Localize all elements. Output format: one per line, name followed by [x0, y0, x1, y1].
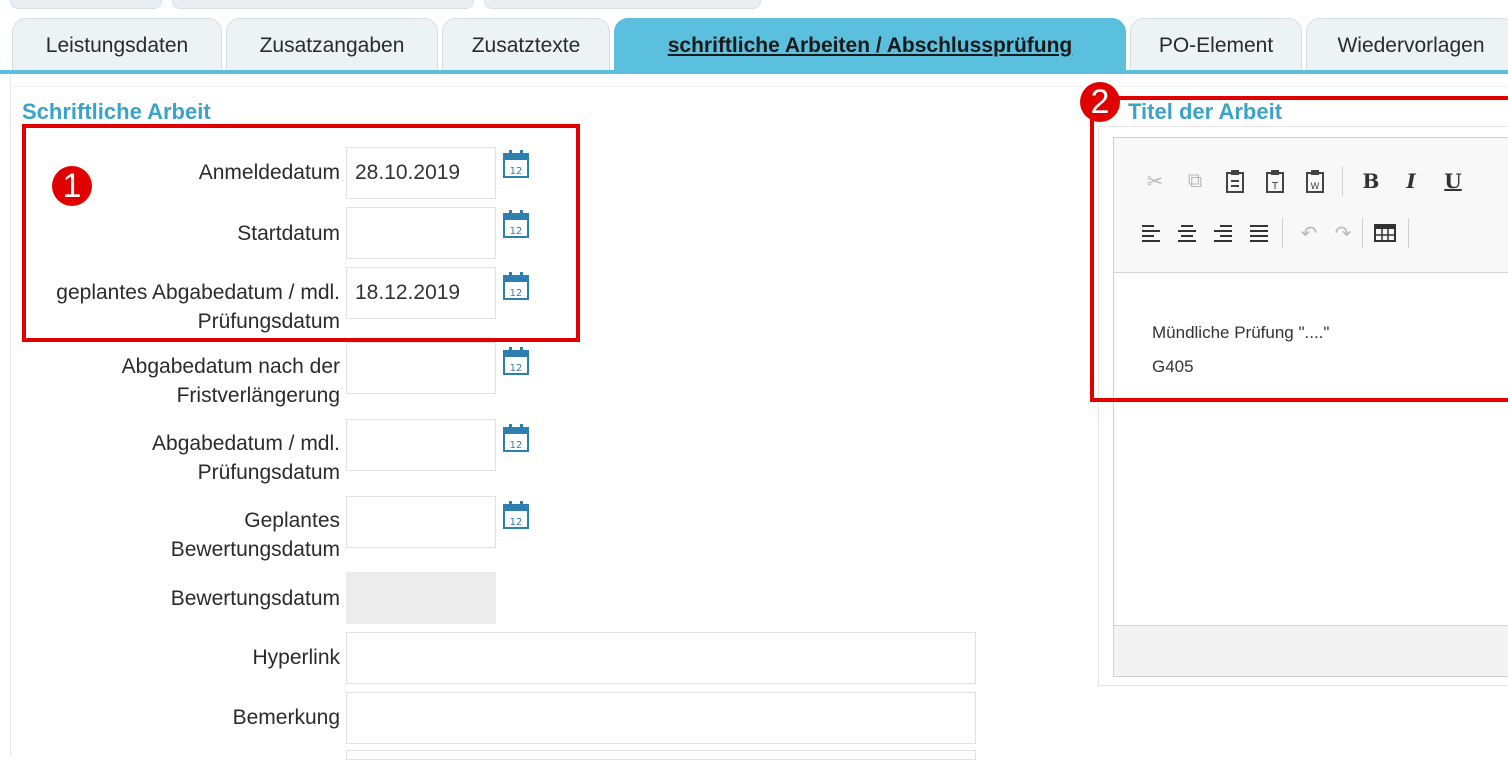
tab-wiedervorlagen[interactable]: Wiedervorlagen [1306, 18, 1508, 70]
calendar-icon[interactable]: 12 [503, 347, 529, 375]
geplantes-bewertungsdatum-input[interactable] [346, 496, 496, 548]
annotation-badge-2: 2 [1080, 82, 1120, 122]
annotation-badge-1: 1 [52, 166, 92, 206]
abgabedatum-fristverlaengerung-input[interactable] [346, 342, 496, 394]
field-label-bemerkung: Bemerkung [232, 706, 340, 729]
tab-schriftliche-arbeiten[interactable]: schriftliche Arbeiten / Abschlussprüfung [614, 18, 1126, 70]
bemerkung-input[interactable] [346, 692, 976, 744]
svg-text:12: 12 [510, 440, 523, 451]
panel-border [10, 86, 1508, 87]
calendar-icon[interactable]: 12 [503, 424, 529, 452]
panel-border [10, 74, 11, 756]
tab-zusatztexte[interactable]: Zusatztexte [442, 18, 610, 70]
tab-underline [0, 70, 1508, 74]
bewertungsdatum-input [346, 572, 496, 624]
annotation-box-1 [22, 124, 580, 342]
svg-text:12: 12 [510, 363, 523, 374]
top-tab-stub [484, 0, 761, 9]
svg-text:12: 12 [510, 517, 523, 528]
tab-po-element[interactable]: PO-Element [1130, 18, 1302, 70]
field-label-abgabedatum-mdl: Abgabedatum / mdl. Prüfungsdatum [152, 432, 340, 484]
tab-leistungsdaten[interactable]: Leistungsdaten [12, 18, 222, 70]
hyperlink-input[interactable] [346, 632, 976, 684]
editor-status-bar [1114, 625, 1508, 676]
field-label-abgabedatum-fristverlaengerung: Abgabedatum nach der Fristverlängerung [121, 355, 340, 407]
field-label-geplantes-bewertungsdatum: Geplantes Bewertungsdatum [170, 509, 340, 561]
annotation-box-2 [1090, 96, 1508, 402]
calendar-icon[interactable]: 12 [503, 501, 529, 529]
abgabedatum-mdl-input[interactable] [346, 419, 496, 471]
top-tab-stub [172, 0, 474, 9]
tab-bar: Leistungsdaten Zusatzangaben Zusatztexte… [0, 18, 1508, 70]
field-label-bewertungsdatum: Bewertungsdatum [170, 587, 340, 610]
field-label-hyperlink: Hyperlink [252, 646, 340, 669]
top-tab-stub [10, 0, 162, 9]
tab-zusatzangaben[interactable]: Zusatzangaben [226, 18, 438, 70]
section-title-schriftliche-arbeit: Schriftliche Arbeit [22, 99, 211, 124]
next-field-input[interactable] [346, 750, 976, 760]
